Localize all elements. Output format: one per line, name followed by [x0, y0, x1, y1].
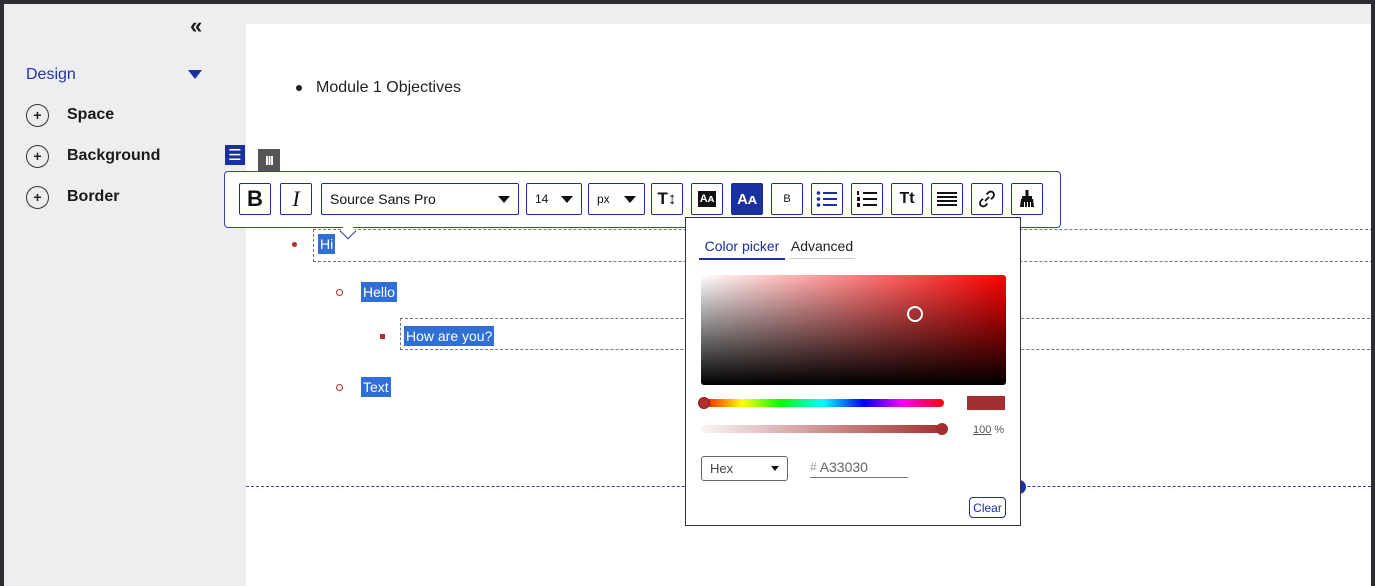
design-section-label[interactable]: Design — [26, 66, 76, 84]
clear-format-button[interactable] — [1011, 183, 1043, 215]
chevron-down-icon — [771, 466, 779, 471]
font-size-value: 14 — [535, 192, 549, 206]
title-case-button[interactable]: Tt — [891, 183, 923, 215]
italic-button[interactable]: I — [280, 183, 312, 215]
collapse-sidebar-icon[interactable]: « — [190, 15, 202, 37]
align-justify-icon — [937, 192, 957, 206]
sidebar-item-border[interactable]: + Border — [26, 185, 119, 209]
sidebar-item-label: Space — [67, 106, 115, 123]
font-size-select[interactable]: 14 — [526, 183, 582, 215]
bulleted-list-icon — [816, 191, 837, 207]
list-item[interactable]: Module 1 Objectives — [296, 79, 461, 97]
link-icon — [979, 190, 995, 208]
selected-text[interactable]: Text — [361, 377, 391, 397]
sidebar-item-space[interactable]: + Space — [26, 103, 114, 127]
numbered-list-button[interactable] — [851, 183, 883, 215]
list-item[interactable]: Hi — [292, 234, 336, 254]
color-preview-swatch — [967, 396, 1005, 410]
text-background-button[interactable]: Aᴀ — [691, 183, 723, 215]
selected-text[interactable]: Hello — [361, 282, 397, 302]
chevron-down-icon — [561, 195, 573, 203]
chevron-down-icon — [498, 195, 510, 203]
italic-icon: I — [292, 186, 300, 211]
text-color-button[interactable]: Aᴀ — [731, 183, 763, 215]
list-item[interactable]: Hello — [336, 282, 397, 302]
bulleted-list-button[interactable] — [811, 183, 843, 215]
list-item[interactable]: How are you? — [380, 326, 495, 346]
title-case-icon: Tt — [899, 190, 915, 207]
text-background-icon: Aᴀ — [697, 191, 717, 207]
color-picker-popup: Color picker Advanced 100 % Hex # A33030… — [685, 217, 1021, 526]
sidebar-item-label: Background — [67, 147, 161, 164]
alpha-slider-thumb[interactable] — [936, 423, 948, 435]
font-family-value: Source Sans Pro — [330, 191, 436, 207]
editor-frame: « Design + Space + Background + Border M… — [4, 4, 1371, 586]
selected-text[interactable]: Hi — [318, 234, 336, 254]
hex-value[interactable]: A33030 — [820, 459, 868, 475]
hex-input[interactable]: # A33030 — [810, 456, 908, 478]
numbered-list-icon — [857, 191, 877, 207]
hex-prefix: # — [810, 459, 817, 474]
color-cursor[interactable] — [907, 306, 923, 322]
design-caret-icon[interactable] — [188, 70, 202, 79]
list-item[interactable]: Text — [336, 377, 391, 397]
color-format-select[interactable]: Hex — [701, 456, 788, 481]
alpha-slider[interactable] — [701, 423, 948, 435]
clear-format-icon — [1020, 190, 1034, 207]
sidebar-item-background[interactable]: + Background — [26, 144, 160, 168]
unit-value: px — [597, 192, 610, 206]
block-menu-icon[interactable]: ☰ — [225, 145, 245, 165]
tab-advanced[interactable]: Advanced — [789, 238, 855, 259]
hue-slider[interactable] — [698, 397, 944, 409]
bullet-icon — [296, 85, 302, 91]
tab-color-picker[interactable]: Color picker — [699, 238, 785, 260]
bullet-icon — [380, 333, 385, 339]
link-button[interactable] — [971, 183, 1003, 215]
clear-button[interactable]: Clear — [969, 497, 1006, 518]
font-family-select[interactable]: Source Sans Pro — [321, 183, 519, 215]
plus-icon[interactable]: + — [26, 144, 49, 168]
line-height-button[interactable]: T↕ — [651, 183, 683, 215]
hue-slider-thumb[interactable] — [698, 397, 710, 409]
bullet-icon — [292, 241, 297, 247]
alpha-unit: % — [994, 424, 1005, 436]
bold-button[interactable]: B — [239, 183, 271, 215]
align-justify-button[interactable] — [931, 183, 963, 215]
selected-text[interactable]: How are you? — [404, 326, 495, 346]
alpha-number[interactable]: 100 — [973, 424, 991, 436]
saturation-value-area[interactable] — [701, 275, 1006, 385]
unit-select[interactable]: px — [588, 183, 645, 215]
plus-icon[interactable]: + — [26, 103, 49, 127]
columns-icon[interactable]: III — [258, 149, 280, 171]
bold-icon: B — [247, 186, 263, 211]
small-bold-icon: B — [783, 193, 791, 205]
bullet-icon — [336, 383, 343, 391]
bullet-icon — [336, 288, 343, 296]
sidebar-item-label: Border — [67, 188, 120, 205]
text-color-icon: Aᴀ — [737, 190, 757, 208]
chevron-down-icon — [624, 195, 636, 203]
line-height-icon: T↕ — [657, 189, 677, 208]
module-title: Module 1 Objectives — [316, 79, 461, 96]
alpha-value[interactable]: 100 % — [973, 424, 1004, 436]
color-format-value: Hex — [710, 461, 734, 476]
small-bold-button[interactable]: B — [771, 183, 803, 215]
plus-icon[interactable]: + — [26, 185, 49, 209]
